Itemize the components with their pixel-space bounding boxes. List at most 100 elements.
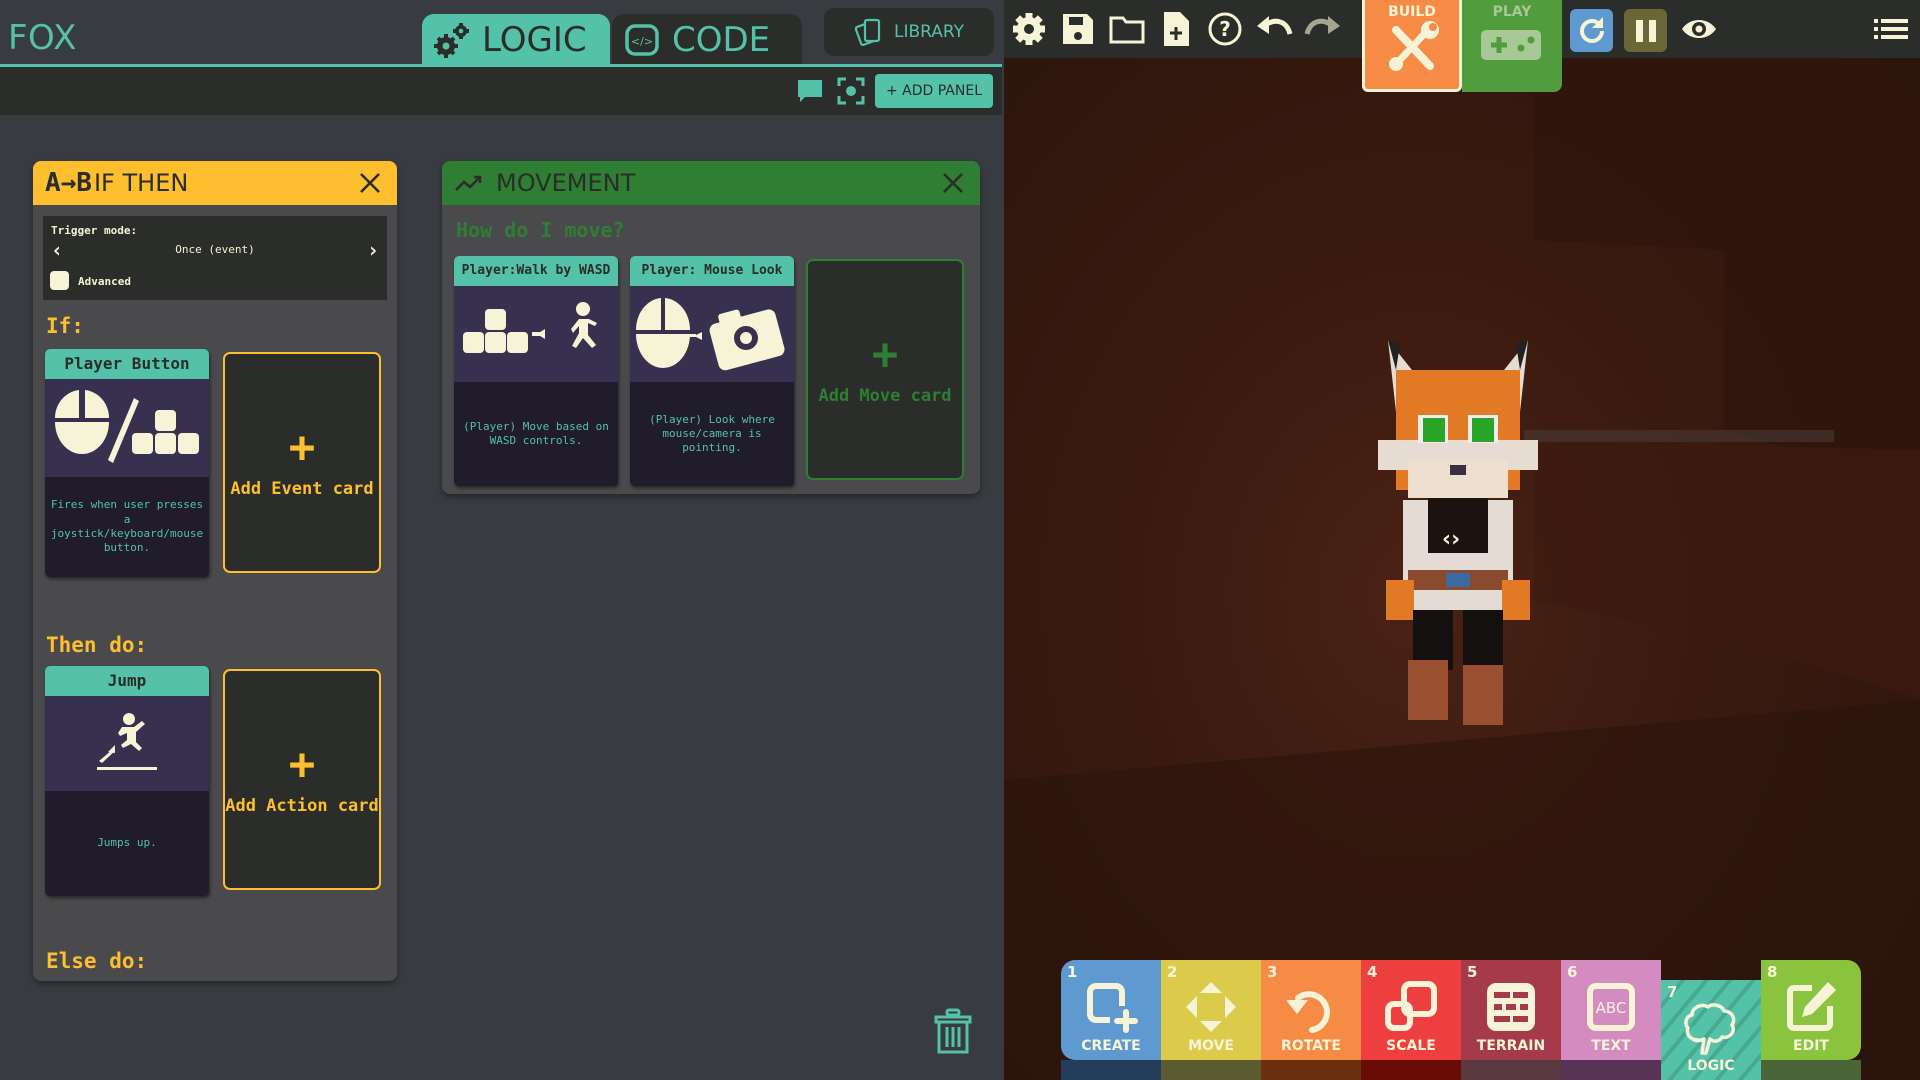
- move-card-walk-wasd[interactable]: Player:Walk by WASD (Player) Move based …: [454, 256, 618, 486]
- tab-code-label: CODE: [672, 19, 771, 60]
- code-icon: </>: [625, 23, 659, 56]
- tool-shade: [1261, 1060, 1361, 1080]
- movement-header[interactable]: MOVEMENT: [442, 161, 980, 205]
- card-description: Jumps up.: [97, 836, 157, 850]
- tool-shade: [1161, 1060, 1261, 1080]
- add-panel-button[interactable]: + ADD PANEL: [875, 74, 993, 108]
- pause-icon: [1635, 19, 1656, 42]
- create-icon: [1087, 983, 1138, 1033]
- restart-icon: [1579, 16, 1604, 43]
- tool-shade: [1361, 1060, 1461, 1080]
- chevron-right-icon[interactable]: ›: [367, 238, 379, 262]
- svg-text:?: ?: [1219, 17, 1231, 41]
- app-title: FOX: [8, 18, 77, 58]
- pause-button[interactable]: [1624, 9, 1667, 52]
- if-then-header[interactable]: A→B IF THEN: [33, 161, 397, 205]
- redo-icon[interactable]: [1304, 10, 1342, 48]
- add-event-label: Add Event card: [230, 478, 374, 499]
- card-title: Player Button: [45, 349, 209, 379]
- edit-icon: [1787, 982, 1836, 1031]
- mouse-camera-icon: [630, 286, 794, 382]
- trigger-mode-label: Trigger mode:: [51, 224, 138, 237]
- plus-icon: +: [288, 421, 316, 473]
- cards-icon: [854, 18, 881, 46]
- tool-logic[interactable]: 7 LOGIC: [1661, 980, 1761, 1080]
- game-viewport[interactable]: ‹›: [1004, 0, 1920, 1080]
- close-icon[interactable]: [940, 170, 966, 196]
- close-icon[interactable]: [357, 170, 383, 196]
- focus-icon[interactable]: [837, 77, 865, 105]
- if-label: If:: [46, 314, 84, 338]
- build-tools-bar: 1 CREATE 2 MOVE 3 ROTATE 4 SCALE 5 TERRA…: [1061, 960, 1863, 1080]
- tool-shade: [1761, 1060, 1861, 1080]
- tab-code[interactable]: </> CODE: [612, 14, 802, 65]
- comment-icon[interactable]: [796, 77, 824, 105]
- svg-text:ABC: ABC: [1596, 999, 1627, 1017]
- ab-icon: A→B: [45, 168, 92, 198]
- rotate-icon: [1286, 991, 1330, 1033]
- trash-icon[interactable]: [933, 1008, 973, 1056]
- build-mode-button[interactable]: BUILD: [1362, 0, 1462, 92]
- tool-label: EDIT: [1793, 1038, 1829, 1054]
- tool-label: LOGIC: [1687, 1058, 1735, 1074]
- tab-logic-label: LOGIC: [482, 19, 587, 60]
- tool-number: 8: [1767, 963, 1778, 981]
- event-card-player-button[interactable]: Player Button Fires when user presses a …: [45, 349, 209, 577]
- tool-terrain[interactable]: 5 TERRAIN: [1461, 960, 1561, 1060]
- tab-logic[interactable]: LOGIC: [422, 14, 610, 65]
- editor-header: FOX LOGIC </> CODE LIBRARY: [0, 0, 1002, 65]
- movement-title: MOVEMENT: [496, 169, 636, 197]
- tool-number: 2: [1167, 963, 1178, 981]
- wasd-walk-icon: [454, 286, 618, 382]
- card-description: Fires when user presses a joystick/keybo…: [50, 498, 204, 555]
- open-folder-icon[interactable]: [1108, 10, 1146, 48]
- logic-editor: FOX LOGIC </> CODE LIBRARY + ADD PANEL A…: [0, 0, 1002, 1080]
- if-then-panel: A→B IF THEN Trigger mode: ‹ Once (event)…: [33, 161, 397, 981]
- selection-indicator: ‹›: [1442, 527, 1461, 552]
- tool-number: 5: [1467, 963, 1478, 981]
- save-icon[interactable]: [1059, 10, 1097, 48]
- scale-icon: [1385, 981, 1437, 1031]
- add-move-label: Add Move card: [818, 385, 952, 406]
- play-mode-button[interactable]: PLAY: [1462, 0, 1562, 92]
- trigger-mode-value: Once (event): [175, 243, 255, 256]
- card-title: Player: Mouse Look: [630, 256, 794, 286]
- add-event-card-button[interactable]: + Add Event card: [223, 352, 381, 573]
- if-then-title: IF THEN: [93, 169, 189, 197]
- jump-icon: [45, 696, 209, 791]
- text-abc-icon: ABC: [1587, 983, 1635, 1031]
- tool-text[interactable]: 6 ABC TEXT: [1561, 960, 1661, 1060]
- tool-label: SCALE: [1386, 1038, 1436, 1054]
- tool-create[interactable]: 1 CREATE: [1061, 960, 1161, 1060]
- tool-scale[interactable]: 4 SCALE: [1361, 960, 1461, 1060]
- gamepad-icon: [1481, 30, 1541, 60]
- terrain-bricks-icon: [1487, 983, 1535, 1031]
- card-title: Jump: [45, 666, 209, 696]
- advanced-checkbox[interactable]: [50, 271, 69, 290]
- tool-edit[interactable]: 8 EDIT: [1761, 960, 1861, 1060]
- tool-rotate[interactable]: 3 ROTATE: [1261, 960, 1361, 1060]
- tool-label: TERRAIN: [1476, 1038, 1546, 1054]
- undo-icon[interactable]: [1255, 10, 1293, 48]
- library-button[interactable]: LIBRARY: [824, 8, 994, 56]
- action-card-jump[interactable]: Jump Jumps up.: [45, 666, 209, 896]
- move-card-mouse-look[interactable]: Player: Mouse Look (Player) Look where m…: [630, 256, 794, 486]
- menu-icon[interactable]: [1872, 10, 1910, 48]
- tool-shade: [1461, 1060, 1561, 1080]
- card-title: Player:Walk by WASD: [454, 256, 618, 286]
- help-icon[interactable]: ?: [1206, 10, 1244, 48]
- restart-button[interactable]: [1570, 9, 1613, 52]
- tool-label: MOVE: [1188, 1038, 1234, 1054]
- add-action-label: Add Action card: [225, 795, 379, 816]
- new-file-icon[interactable]: [1157, 10, 1195, 48]
- tool-number: 6: [1567, 963, 1578, 981]
- settings-icon[interactable]: [1010, 10, 1048, 48]
- tool-number: 1: [1067, 963, 1078, 981]
- tool-move[interactable]: 2 MOVE: [1161, 960, 1261, 1060]
- view-icon[interactable]: [1680, 10, 1718, 48]
- add-action-card-button[interactable]: + Add Action card: [223, 669, 381, 890]
- play-label: PLAY: [1492, 4, 1532, 20]
- trigger-mode-box: Trigger mode: ‹ Once (event) › Advanced: [43, 216, 387, 300]
- card-description: (Player) Look where mouse/camera is poin…: [649, 412, 775, 455]
- add-move-card-button[interactable]: + Add Move card: [806, 259, 964, 480]
